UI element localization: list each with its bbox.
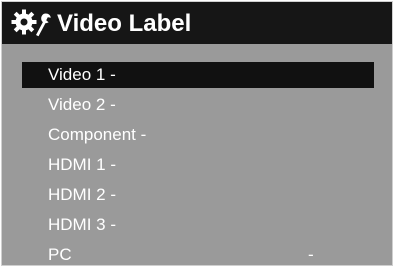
menu-item-video-2[interactable]: Video 2 - bbox=[22, 92, 374, 118]
video-label-list: Video 1 - Video 2 - Component - HDMI 1 -… bbox=[2, 44, 392, 267]
menu-item-label: HDMI 3 - bbox=[48, 215, 116, 234]
menu-item-video-1[interactable]: Video 1 - bbox=[22, 62, 374, 88]
menu-title-bar: Video Label bbox=[2, 2, 392, 44]
menu-item-hdmi-2[interactable]: HDMI 2 - bbox=[22, 182, 374, 208]
menu-item-label: Component - bbox=[48, 125, 147, 144]
video-label-menu-panel: Video Label Video 1 - Video 2 - Componen… bbox=[1, 1, 393, 266]
menu-item-label: PC bbox=[48, 245, 72, 264]
menu-item-label: Video 2 - bbox=[48, 95, 116, 114]
menu-item-label: HDMI 1 - bbox=[48, 155, 116, 174]
menu-item-label: HDMI 2 - bbox=[48, 185, 116, 204]
gear-wrench-icon bbox=[11, 9, 51, 37]
menu-item-value: - bbox=[308, 245, 314, 264]
menu-item-pc[interactable]: PC - bbox=[22, 242, 374, 268]
menu-title: Video Label bbox=[57, 10, 192, 37]
menu-item-hdmi-3[interactable]: HDMI 3 - bbox=[22, 212, 374, 238]
menu-item-label: Video 1 - bbox=[48, 65, 116, 84]
menu-item-component[interactable]: Component - bbox=[22, 122, 374, 148]
menu-item-hdmi-1[interactable]: HDMI 1 - bbox=[22, 152, 374, 178]
